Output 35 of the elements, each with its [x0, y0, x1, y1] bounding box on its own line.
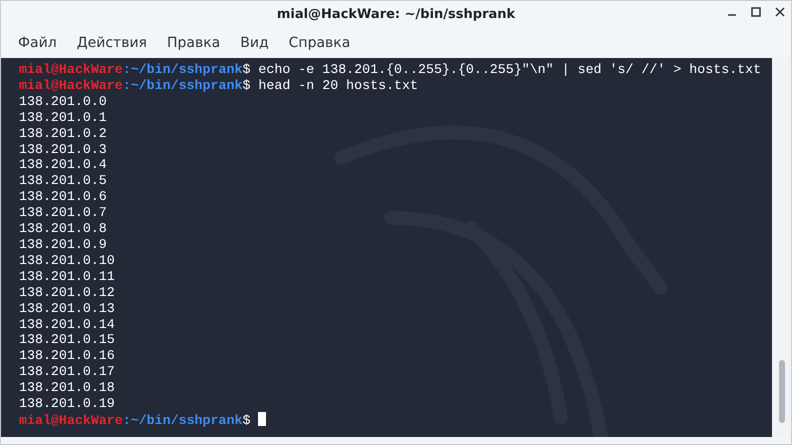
menu-item[interactable]: Действия — [76, 32, 147, 54]
output-line: 138.201.0.5 — [19, 173, 107, 188]
output-line: 138.201.0.2 — [19, 126, 107, 141]
menu-item[interactable]: Справка — [288, 32, 350, 54]
output-line: 138.201.0.3 — [19, 142, 107, 157]
output-line: 138.201.0.16 — [19, 348, 115, 364]
scrollbar-thumb[interactable] — [778, 360, 784, 423]
shell-prompt: mial@HackWare:~/bin/sshprank$ — [19, 62, 250, 77]
output-line: 138.201.0.18 — [19, 380, 115, 396]
terminal-area[interactable] — [1, 58, 772, 437]
command-text: echo -e 138.201.{0..255}.{0..255}"\n" | sed 's/ //' > hosts.txt — [258, 62, 762, 77]
output-line: 138.201.0.9 — [19, 236, 107, 252]
output-line: 138.201.0.14 — [19, 316, 115, 332]
output-line: 138.201.0.13 — [19, 300, 115, 316]
output-line: 138.201.0.0 — [19, 94, 107, 109]
close-icon[interactable] — [775, 7, 785, 17]
shell-prompt: mial@HackWare:~/bin/sshprank$ — [19, 412, 250, 428]
output-line: 138.201.0.1 — [19, 110, 107, 125]
output-line: 138.201.0.17 — [19, 364, 115, 380]
output-line: 138.201.0.15 — [19, 332, 115, 348]
output-line: 138.201.0.12 — [19, 284, 115, 300]
output-line: 138.201.0.6 — [19, 189, 107, 204]
output-line: 138.201.0.8 — [19, 221, 107, 236]
menu-item[interactable]: Файл — [18, 32, 57, 54]
output-line: 138.201.0.19 — [19, 396, 115, 412]
command-text: head -n 20 hosts.txt — [258, 78, 418, 93]
output-line: 138.201.0.4 — [19, 157, 107, 172]
shell-prompt: mial@HackWare:~/bin/sshprank$ — [19, 78, 250, 93]
menu-item[interactable]: Вид — [240, 32, 269, 54]
output-line: 138.201.0.11 — [19, 268, 115, 284]
window-title: mial@HackWare: ~/bin/sshprank — [276, 6, 516, 24]
output-line: 138.201.0.10 — [19, 252, 115, 268]
output-line: 138.201.0.7 — [19, 205, 107, 220]
menu-item[interactable]: Правка — [166, 32, 220, 54]
maximize-icon[interactable] — [751, 7, 761, 17]
